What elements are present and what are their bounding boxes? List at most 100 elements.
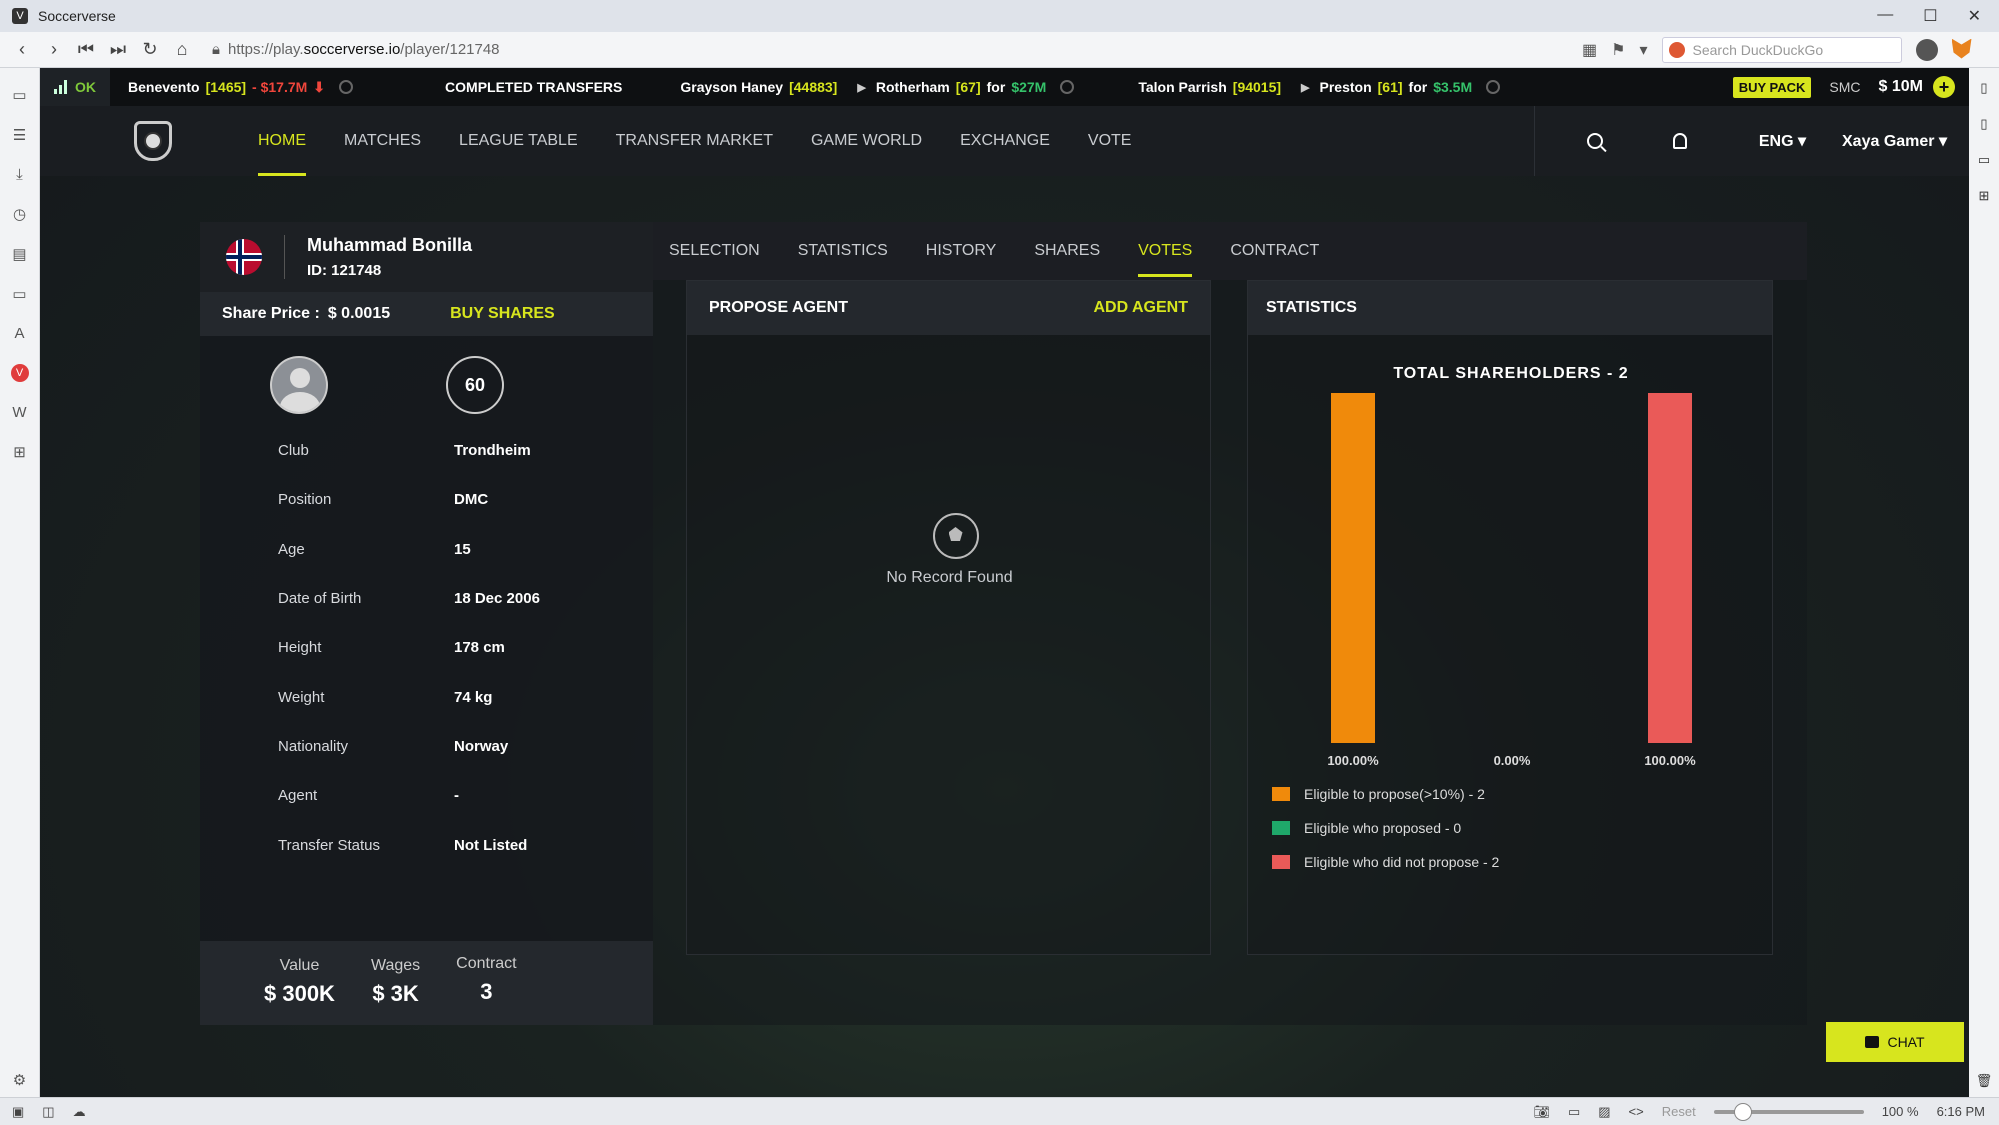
contract-years: 3 — [480, 979, 493, 1004]
vivaldi-icon: V — [12, 8, 28, 24]
fast-forward-icon[interactable]: ⏭ — [102, 39, 134, 60]
reading-list-icon[interactable]: ☰ — [13, 126, 26, 144]
tiling-icon[interactable]: ◫ — [42, 1104, 54, 1120]
search-icon[interactable] — [1586, 133, 1603, 149]
ticker-transfer[interactable]: Grayson Haney [44883] ▶ Rotherham [67] f… — [680, 79, 1075, 95]
page-icon[interactable]: ▯ — [1980, 80, 1987, 96]
shareholders-chart: 100.00% 0.00% 100.00% — [1327, 393, 1696, 768]
nav-exchange[interactable]: EXCHANGE — [960, 132, 1050, 150]
add-icon[interactable]: ⊞ — [1979, 188, 1990, 204]
settings-gear-icon[interactable]: ⚙ — [13, 1071, 26, 1089]
ticker-club: Benevento — [128, 79, 200, 95]
transfer-amount: $27M — [1011, 79, 1047, 95]
info-value: - — [454, 787, 459, 805]
nav-league-table[interactable]: LEAGUE TABLE — [459, 132, 578, 150]
bell-icon[interactable] — [1672, 133, 1687, 149]
tab-selection[interactable]: SELECTION — [669, 242, 760, 260]
duckduckgo-icon — [1668, 41, 1685, 58]
add-funds-button[interactable]: + — [1933, 76, 1955, 98]
add-panel-icon[interactable]: ⊞ — [13, 443, 26, 461]
transfer-club: Rotherham — [875, 79, 950, 95]
qr-icon[interactable]: ▦ — [1582, 40, 1597, 60]
back-icon[interactable]: ‹ — [6, 39, 38, 60]
tab-contract[interactable]: CONTRACT — [1230, 242, 1319, 260]
zoom-slider-knob[interactable] — [1733, 1102, 1752, 1121]
code-icon[interactable]: <> — [1629, 1104, 1644, 1119]
bookmark-icon[interactable]: ⚑ — [1611, 40, 1625, 60]
ticker-item-club[interactable]: Benevento [1465] - $17.7M ⬇ — [128, 79, 354, 96]
zoom-reset[interactable]: Reset — [1662, 1104, 1696, 1119]
tab-statistics[interactable]: STATISTICS — [798, 242, 888, 260]
info-value: Norway — [454, 737, 509, 755]
balance: $ 10M — [1878, 78, 1923, 95]
camera-icon[interactable]: 📷︎ — [1533, 1104, 1550, 1120]
search-field[interactable]: Search DuckDuckGo — [1661, 36, 1902, 63]
vivaldi-social-icon[interactable]: V — [10, 364, 29, 382]
coin-icon — [339, 80, 354, 94]
ticker-transfer[interactable]: Talon Parrish [94015] ▶ Preston [61] for… — [1138, 79, 1501, 95]
avatar-row: 60 — [200, 356, 653, 414]
image-icon[interactable]: ▨ — [1598, 1104, 1610, 1120]
info-row: Transfer Status Not Listed — [200, 820, 653, 869]
metamask-icon[interactable] — [1951, 38, 1972, 59]
language-select[interactable]: ENG ▾ — [1759, 131, 1806, 151]
clock: 6:16 PM — [1936, 1104, 1985, 1119]
tab-shares[interactable]: SHARES — [1034, 242, 1100, 260]
window-icon[interactable]: ▭ — [1568, 1104, 1580, 1120]
capture-icon[interactable]: ▭ — [1978, 152, 1990, 168]
tab-votes[interactable]: VOTES — [1138, 242, 1193, 277]
nav-matches[interactable]: MATCHES — [344, 132, 421, 150]
coin-icon — [1486, 80, 1501, 94]
info-label: Club — [278, 442, 309, 460]
info-label: Agent — [278, 787, 318, 805]
soccerverse-app: OK Benevento [1465] - $17.7M ⬇ COMPLETED… — [40, 68, 1969, 1097]
chat-button[interactable]: CHAT — [1826, 1022, 1964, 1062]
info-row: Weight 74 kg — [200, 672, 653, 721]
maximize-icon[interactable]: ☐ — [1923, 6, 1937, 26]
nav-vote[interactable]: VOTE — [1088, 132, 1132, 150]
add-agent-button[interactable]: ADD AGENT — [1093, 299, 1188, 317]
nav-home[interactable]: HOME — [258, 132, 306, 176]
info-value[interactable]: Trondheim — [454, 442, 531, 459]
search-placeholder: Search DuckDuckGo — [1692, 41, 1824, 58]
cloud-icon[interactable]: ☁ — [73, 1104, 86, 1120]
info-label: Age — [278, 540, 305, 558]
dropdown-icon[interactable]: ▾ — [1639, 40, 1647, 60]
tab-history[interactable]: HISTORY — [926, 242, 997, 260]
profile-icon[interactable] — [1915, 38, 1938, 61]
minimize-icon[interactable]: — — [1877, 6, 1893, 26]
transfer-player-id: [44883] — [789, 79, 838, 95]
reload-icon[interactable]: ↻ — [134, 39, 166, 60]
browser-titlebar: V Soccerverse — ☐ ✕ — [0, 0, 1999, 32]
forward-icon[interactable]: › — [38, 39, 70, 60]
downloads-icon[interactable]: ⤓ — [16, 166, 23, 183]
trash-icon[interactable]: 🗑︎ — [1976, 1073, 1993, 1089]
history-icon[interactable]: ◷ — [13, 205, 26, 223]
legend-label: Eligible who did not propose - 2 — [1304, 854, 1500, 870]
statistics-title: STATISTICS — [1266, 299, 1357, 316]
notes-icon[interactable]: ▤ — [12, 245, 26, 263]
empty-state: No Record Found — [687, 513, 1212, 587]
bookmarks-icon[interactable]: ▭ — [12, 86, 26, 104]
zoom-slider[interactable] — [1713, 1102, 1864, 1121]
window-panel-icon[interactable]: ▭ — [12, 285, 26, 303]
wikipedia-icon[interactable]: W — [12, 404, 26, 421]
user-menu[interactable]: Xaya Gamer ▾ — [1842, 131, 1947, 151]
panel-toggle-icon[interactable]: ▣ — [12, 1104, 24, 1120]
user-name: Xaya Gamer — [1842, 133, 1935, 150]
buy-pack-button[interactable]: BUY PACK — [1732, 76, 1812, 98]
rewind-icon[interactable]: ⏮ — [70, 39, 102, 60]
home-icon[interactable]: ⌂ — [166, 39, 198, 60]
document-icon[interactable]: ▯ — [1980, 116, 1987, 132]
contract-stat: Contract 3 — [456, 955, 516, 1025]
nav-transfer-market[interactable]: TRANSFER MARKET — [616, 132, 773, 150]
url-icons: ▦ ⚑ ▾ — [1582, 40, 1648, 60]
close-icon[interactable]: ✕ — [1968, 6, 1981, 26]
translate-icon[interactable]: A — [14, 325, 24, 342]
transfer-ticker: OK Benevento [1465] - $17.7M ⬇ COMPLETED… — [40, 68, 1969, 106]
buy-shares-button[interactable]: BUY SHARES — [450, 305, 555, 323]
soccerverse-logo-icon[interactable] — [134, 121, 172, 161]
zoom-level: 100 % — [1881, 1104, 1919, 1119]
url-field[interactable]: 🔒︎ https://play. soccerverse.io/player/12… — [212, 37, 1582, 63]
nav-game-world[interactable]: GAME WORLD — [811, 132, 922, 150]
